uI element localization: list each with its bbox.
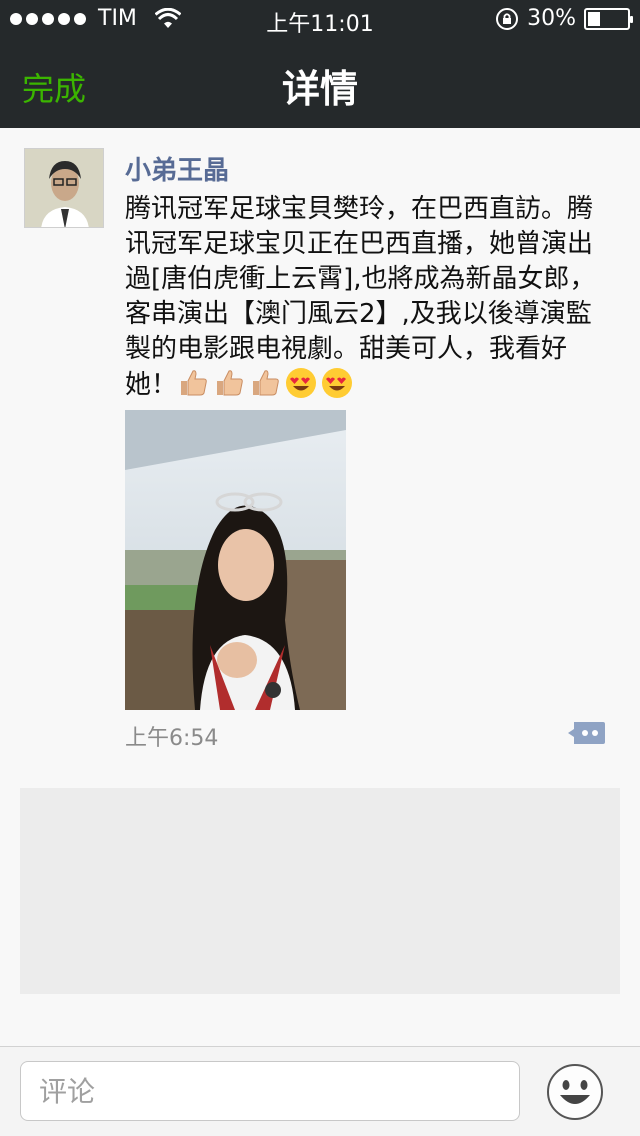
avatar[interactable]: [24, 148, 104, 228]
thumbs-up-icon: [253, 370, 279, 396]
thumbs-up-icon: [217, 370, 243, 396]
post-detail: 小弟王晶 腾讯冠军足球宝貝樊玲，在巴西直訪。腾讯冠军足球宝贝正在巴西直播，她曾演…: [0, 128, 640, 1046]
done-button[interactable]: 完成: [22, 64, 86, 110]
post-body: 腾讯冠军足球宝貝樊玲，在巴西直訪。腾讯冠军足球宝贝正在巴西直播，她曾演出過[唐伯…: [125, 192, 615, 403]
page-title: 详情: [281, 67, 358, 111]
likes-comments-area: [20, 788, 620, 994]
status-bar: TIM 上午11:01 30%: [0, 0, 640, 40]
rotation-lock-icon: [496, 7, 519, 30]
author-name[interactable]: 小弟王晶: [125, 150, 229, 187]
heart-eyes-icon: [286, 368, 317, 398]
post-time: 上午6:54: [125, 726, 219, 751]
comment-bar: [0, 1046, 640, 1136]
thumbs-up-icon: [181, 370, 207, 396]
heart-eyes-icon: [322, 368, 353, 398]
comment-input[interactable]: [20, 1061, 520, 1121]
comment-button[interactable]: [568, 720, 606, 746]
battery-percent: 30%: [527, 6, 576, 31]
emoji-picker-button[interactable]: [546, 1063, 604, 1121]
battery-icon: [584, 7, 633, 30]
navigation-bar: 完成 详情: [0, 40, 640, 128]
post-photo[interactable]: [125, 410, 346, 710]
